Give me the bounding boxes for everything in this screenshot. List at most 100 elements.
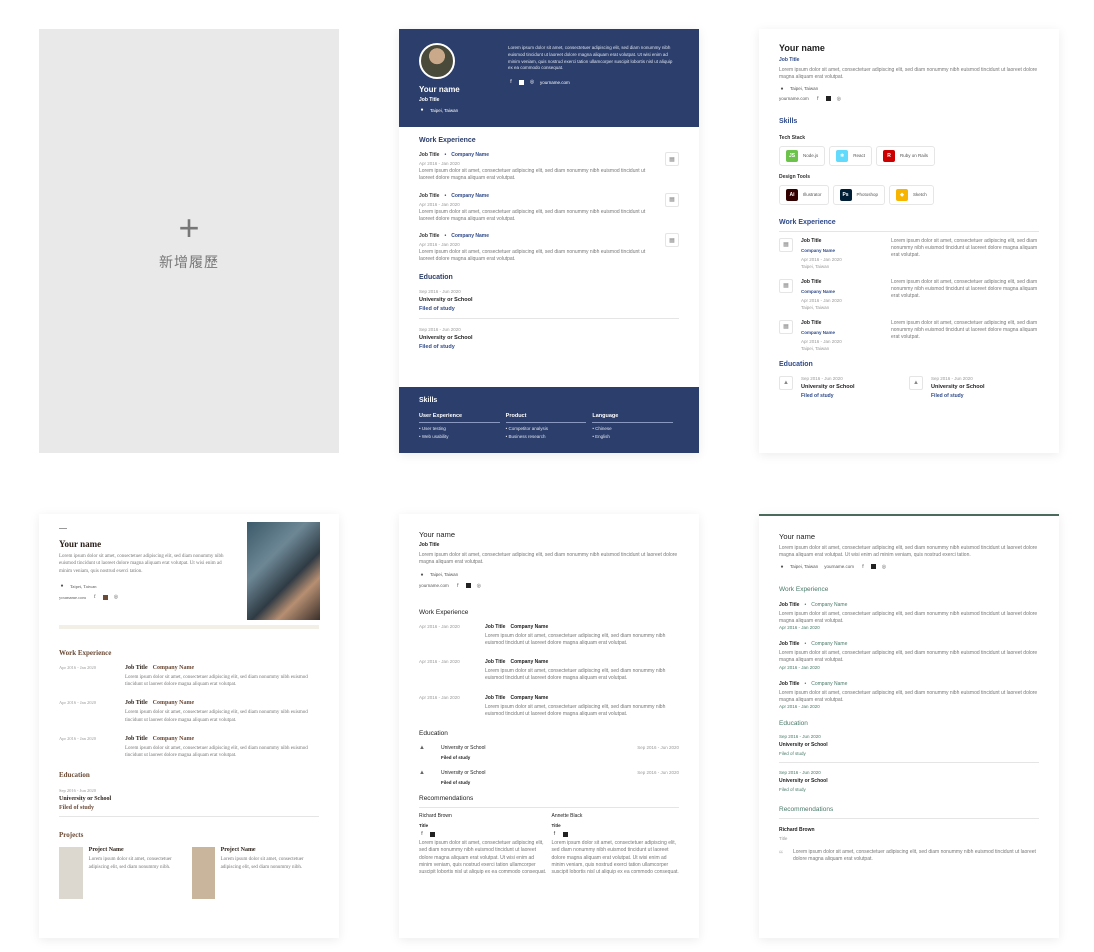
job-description: Lorem ipsum dolor sit amet, consectetuer… [419,208,646,222]
location-text: Taipei, Taiwan [790,564,819,569]
skill-logo-icon: ⚛ [836,149,849,162]
location-text: Taipei, Taiwan [790,86,819,91]
company-name: Company Name [451,233,490,239]
linkedin-icon[interactable] [102,595,108,601]
work-item[interactable]: Apr 2016 - Jan 2020 Job Title Company Nam… [59,700,319,724]
skill-item: • Chinese [592,426,612,431]
skill-chip[interactable]: ⚛ React [829,145,873,166]
project-item[interactable]: Project Name Lorem ipsum dolor sit amet,… [192,847,319,900]
work-item[interactable]: Job Title • Company Name Lorem ipsum dolor… [779,681,1039,710]
edu-field: Filed of study [931,392,964,399]
linkedin-icon[interactable] [870,564,876,569]
work-item[interactable]: ▦ Job Title Company Name Apr 2016 - Jan … [779,319,1039,351]
instagram-icon[interactable]: ◎ [113,595,119,601]
linkedin-icon[interactable] [562,831,568,837]
job-dates: Apr 2016 - Jan 2020 [801,256,842,262]
skill-logo-icon: R [883,149,896,162]
instagram-icon[interactable]: ◎ [476,583,482,589]
linkedin-icon[interactable] [430,831,435,837]
facebook-icon[interactable]: f [419,831,425,837]
section-work-experience: Work Experience [59,648,112,657]
building-icon: ▦ [779,237,793,252]
work-item[interactable]: Apr 2016 - Jan 2020 Job Title Company Nam… [419,624,679,648]
skill-chip[interactable]: Ai Illustrator [779,184,829,205]
add-resume-label: 新增履歷 [159,254,219,270]
facebook-icon[interactable]: f [92,595,98,601]
building-icon: ▦ [779,278,793,293]
company-name: Company Name [451,152,490,158]
section-education: Education [779,360,813,368]
separator-dot: • [804,601,807,608]
education-item[interactable]: ▲ University or School Filed of study Se… [419,745,679,760]
resume-template-green[interactable]: Your name Lorem ipsum dolor sit amet, co… [759,514,1059,938]
linkedin-icon[interactable] [825,96,831,101]
edu-field: Filed of study [441,755,471,760]
skill-column: Language • Chinese • English [592,413,674,439]
resume-template-skills[interactable]: Your name Job Title Lorem ipsum dolor si… [759,29,1059,453]
education-item[interactable]: ▲ Sep 2016 - Jun 2020 University or Scho… [779,375,909,399]
education-item[interactable]: Sep 2016 - Jun 2020 University or School… [419,289,679,319]
instagram-icon[interactable]: ◎ [836,96,842,102]
section-recommendations: Recommendations [779,806,1039,819]
instagram-icon[interactable]: ◎ [881,564,887,570]
work-item[interactable]: Job Title • Company Name Apr 2016 - Jan 20… [419,152,679,183]
work-item[interactable]: Apr 2016 - Jan 2020 Job Title Company Nam… [419,695,679,719]
linkedin-icon[interactable] [465,583,471,588]
job-dates: Apr 2016 - Jan 2020 [779,664,820,670]
section-work-experience: Work Experience [419,137,476,144]
location-pin-icon: ● [420,571,424,578]
add-resume-card[interactable]: + 新增履歷 [39,29,339,453]
skill-chip-label: Illustrator [803,192,822,197]
work-item[interactable]: Apr 2016 - Jan 2020 Job Title Company Nam… [419,659,679,683]
work-item[interactable]: Apr 2016 - Jan 2020 Job Title Company Nam… [59,736,319,760]
website-link[interactable]: yourname.com [419,583,449,588]
job-location: Taipei, Taiwan [801,345,830,351]
work-item[interactable]: Job Title • Company Name Lorem ipsum dolor… [779,641,1039,670]
job-location: Taipei, Taiwan [801,304,830,310]
edu-school: University or School [419,296,473,303]
facebook-icon[interactable]: f [455,583,461,589]
work-item[interactable]: ▦ Job Title Company Name Apr 2016 - Jan … [779,278,1039,310]
graduation-cap-icon: ▲ [779,375,793,390]
work-item[interactable]: Job Title • Company Name Apr 2016 - Jan 20… [419,233,679,264]
edu-dates: Sep 2016 - Jun 2020 [637,770,679,775]
website-link[interactable]: yourname.com [540,80,570,85]
skill-logo-icon: Ai [786,188,798,201]
education-item[interactable]: ▲ University or School Filed of study Se… [419,770,679,785]
website-link[interactable]: yourname.com [59,595,86,600]
work-item[interactable]: Apr 2016 - Jan 2020 Job Title Company Nam… [59,665,319,689]
resume-template-navy[interactable]: Your name Job Title ● Taipei, Taiwan Lore… [399,29,699,453]
edu-dates: Sep 2016 - Jun 2020 [59,788,96,794]
website-link[interactable]: yourname.com [824,564,854,569]
work-item[interactable]: Job Title • Company Name Apr 2016 - Jan 20… [419,192,679,224]
website-link[interactable]: yourname.com [779,96,809,101]
skill-chip[interactable]: R Ruby on Rails [876,145,936,166]
job-title: Job Title [125,735,148,742]
skill-chip[interactable]: ◆ Sketch [889,184,934,205]
education-item[interactable]: ▲ Sep 2016 - Jun 2020 University or Scho… [909,375,1039,399]
edu-field: Filed of study [779,787,806,792]
facebook-icon[interactable]: f [552,831,558,837]
edu-school: University or School [779,778,828,784]
education-item[interactable]: Sep 2016 - Jun 2020 University or School… [419,327,679,356]
job-title: Job Title [485,659,506,665]
facebook-icon[interactable]: f [860,564,866,570]
location-text: Taipei, Taiwan [430,572,459,577]
skill-chip[interactable]: JS Node.js [779,145,826,166]
facebook-icon[interactable]: f [815,96,821,102]
education-item[interactable]: Sep 2016 - Jun 2020 University or School… [779,770,1039,798]
work-item[interactable]: Job Title • Company Name Lorem ipsum dolor… [779,602,1039,631]
project-thumbnail [192,847,215,900]
skill-chip[interactable]: Ps Photoshop [832,184,886,205]
design-tools-title: Design Tools [779,173,811,180]
job-dates: Apr 2016 - Jan 2020 [419,201,460,207]
project-item[interactable]: Project Name Lorem ipsum dolor sit amet,… [59,847,192,900]
resume-template-minimal[interactable]: Your name Job Title Lorem ipsum dolor si… [399,514,699,938]
recommender-name: Richard Brown [419,813,452,819]
work-item[interactable]: ▦ Job Title Company Name Apr 2016 - Jan … [779,237,1039,269]
resume-template-serif[interactable]: Your name Lorem ipsum dolor sit amet, co… [39,514,339,938]
location-pin-icon: ● [780,85,784,92]
education-item[interactable]: Sep 2016 - Jun 2020 University or School… [779,734,1039,763]
skill-chip-label: Node.js [803,153,819,158]
job-dates: Apr 2016 - Jan 2020 [59,664,96,670]
